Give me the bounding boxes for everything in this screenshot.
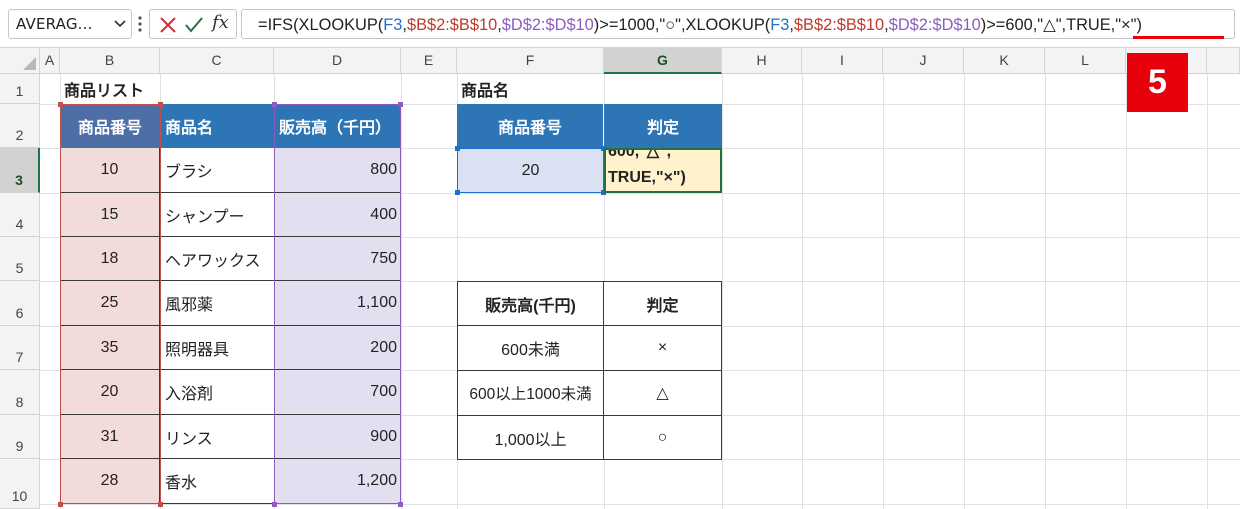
formula-text: =IFS(XLOOKUP(F3,$B$2:$B$10,$D$2:$D$10)>=… <box>258 16 1142 34</box>
step-badge: 5 <box>1127 53 1188 112</box>
select-all-corner[interactable] <box>0 48 40 74</box>
sales-cell[interactable]: 750 <box>274 237 401 281</box>
row-header-4[interactable]: 4 <box>0 193 40 237</box>
range-handle[interactable] <box>158 102 163 107</box>
product-name-cell[interactable]: ヘアワックス <box>161 237 274 281</box>
column-header-a[interactable]: A <box>40 48 60 74</box>
range-handle[interactable] <box>58 502 63 507</box>
enter-check-icon[interactable] <box>185 16 203 34</box>
criteria-mark-cell[interactable]: ○ <box>603 415 722 460</box>
criteria-range-cell[interactable]: 600以上1000未満 <box>457 370 604 416</box>
product-name-cell[interactable]: 風邪薬 <box>161 281 274 326</box>
cell-edit-line-1: 600,"△", <box>608 148 672 160</box>
sales-cell[interactable]: 700 <box>274 370 401 415</box>
lookup-header-product-id[interactable]: 商品番号 <box>457 104 604 148</box>
sales-cell[interactable]: 1,200 <box>274 459 401 504</box>
column-header-c[interactable]: C <box>160 48 274 74</box>
sales-cell[interactable]: 900 <box>274 415 401 459</box>
row-header-5[interactable]: 5 <box>0 237 40 281</box>
name-box-value: AVERAG... <box>16 15 93 33</box>
sales-cell[interactable]: 200 <box>274 326 401 370</box>
formula-highlight-underline <box>1133 36 1224 39</box>
row-header-1[interactable]: 1 <box>0 74 40 104</box>
product-name-cell[interactable]: シャンプー <box>161 193 274 237</box>
header-sales[interactable]: 販売高（千円） <box>274 104 401 148</box>
name-box[interactable]: AVERAG... <box>8 9 132 39</box>
range-handle[interactable] <box>455 146 460 151</box>
column-header-h[interactable]: H <box>722 48 802 74</box>
range-handle[interactable] <box>58 102 63 107</box>
row-header-8[interactable]: 8 <box>0 370 40 415</box>
header-product-name[interactable]: 商品名 <box>160 104 274 148</box>
formula-controls: fx <box>149 9 237 39</box>
criteria-mark-cell[interactable]: △ <box>603 370 722 416</box>
product-id-cell[interactable]: 31 <box>60 415 160 459</box>
column-header-i[interactable]: I <box>802 48 883 74</box>
product-id-cell[interactable]: 25 <box>60 281 160 326</box>
sales-cell[interactable]: 1,100 <box>274 281 401 326</box>
criteria-range-cell[interactable]: 1,000以上 <box>457 415 604 460</box>
sales-cell[interactable]: 800 <box>274 148 401 193</box>
range-handle[interactable] <box>398 102 403 107</box>
product-id-cell[interactable]: 18 <box>60 237 160 281</box>
range-handle[interactable] <box>272 102 277 107</box>
range-handle[interactable] <box>272 502 277 507</box>
row-header-7[interactable]: 7 <box>0 326 40 370</box>
column-header-j[interactable]: J <box>883 48 964 74</box>
column-header-b[interactable]: B <box>60 48 160 74</box>
range-handle[interactable] <box>455 190 460 195</box>
column-header-l[interactable]: L <box>1045 48 1126 74</box>
product-name-cell[interactable]: 香水 <box>161 459 274 504</box>
formula-bar: AVERAG... fx =IFS(XLOOKUP(F3,$B$2:$B$10,… <box>0 0 1240 48</box>
range-handle[interactable] <box>158 502 163 507</box>
product-id-cell[interactable]: 10 <box>60 148 160 193</box>
row-header-10[interactable]: 10 <box>0 459 40 509</box>
insert-function-icon[interactable]: fx <box>212 12 229 33</box>
sales-cell[interactable]: 400 <box>274 193 401 237</box>
column-header-d[interactable]: D <box>274 48 401 74</box>
product-name-cell[interactable]: 入浴剤 <box>161 370 274 415</box>
chevron-down-icon[interactable] <box>114 19 126 29</box>
lookup-title[interactable]: 商品名 <box>457 74 604 104</box>
formula-input[interactable]: =IFS(XLOOKUP(F3,$B$2:$B$10,$D$2:$D$10)>=… <box>241 9 1235 39</box>
product-name-cell[interactable]: 照明器具 <box>161 326 274 370</box>
product-name-cell[interactable]: リンス <box>161 415 274 459</box>
criteria-range-cell[interactable]: 600未満 <box>457 325 604 371</box>
column-header-g[interactable]: G <box>604 48 722 74</box>
row-header-2[interactable]: 2 <box>0 104 40 148</box>
product-name-cell[interactable]: ブラシ <box>161 148 274 193</box>
column-header-k[interactable]: K <box>964 48 1045 74</box>
product-list-title[interactable]: 商品リスト <box>60 74 220 104</box>
lookup-header-result[interactable]: 判定 <box>604 104 722 148</box>
cancel-icon[interactable] <box>159 16 177 34</box>
column-header-f[interactable]: F <box>457 48 604 74</box>
criteria-header-sales[interactable]: 販売高(千円) <box>457 281 604 326</box>
lookup-product-id-cell[interactable]: 20 <box>457 148 604 193</box>
product-id-cell[interactable]: 15 <box>60 193 160 237</box>
row-header-9[interactable]: 9 <box>0 415 40 459</box>
product-id-cell[interactable]: 28 <box>60 459 160 504</box>
product-id-cell[interactable]: 20 <box>60 370 160 415</box>
cell-edit-line-2: TRUE,"×") <box>608 169 686 186</box>
more-options-icon[interactable] <box>137 14 143 34</box>
criteria-header-mark[interactable]: 判定 <box>603 281 722 326</box>
row-header-3[interactable]: 3 <box>0 148 40 193</box>
criteria-mark-cell[interactable]: × <box>603 325 722 371</box>
range-handle[interactable] <box>398 502 403 507</box>
active-cell-g3[interactable]: 600,"△", TRUE,"×") <box>604 148 722 193</box>
column-header-blank <box>1207 48 1240 74</box>
header-product-id[interactable]: 商品番号 <box>60 104 160 148</box>
column-header-e[interactable]: E <box>401 48 457 74</box>
row-header-6[interactable]: 6 <box>0 281 40 326</box>
product-id-cell[interactable]: 35 <box>60 326 160 370</box>
